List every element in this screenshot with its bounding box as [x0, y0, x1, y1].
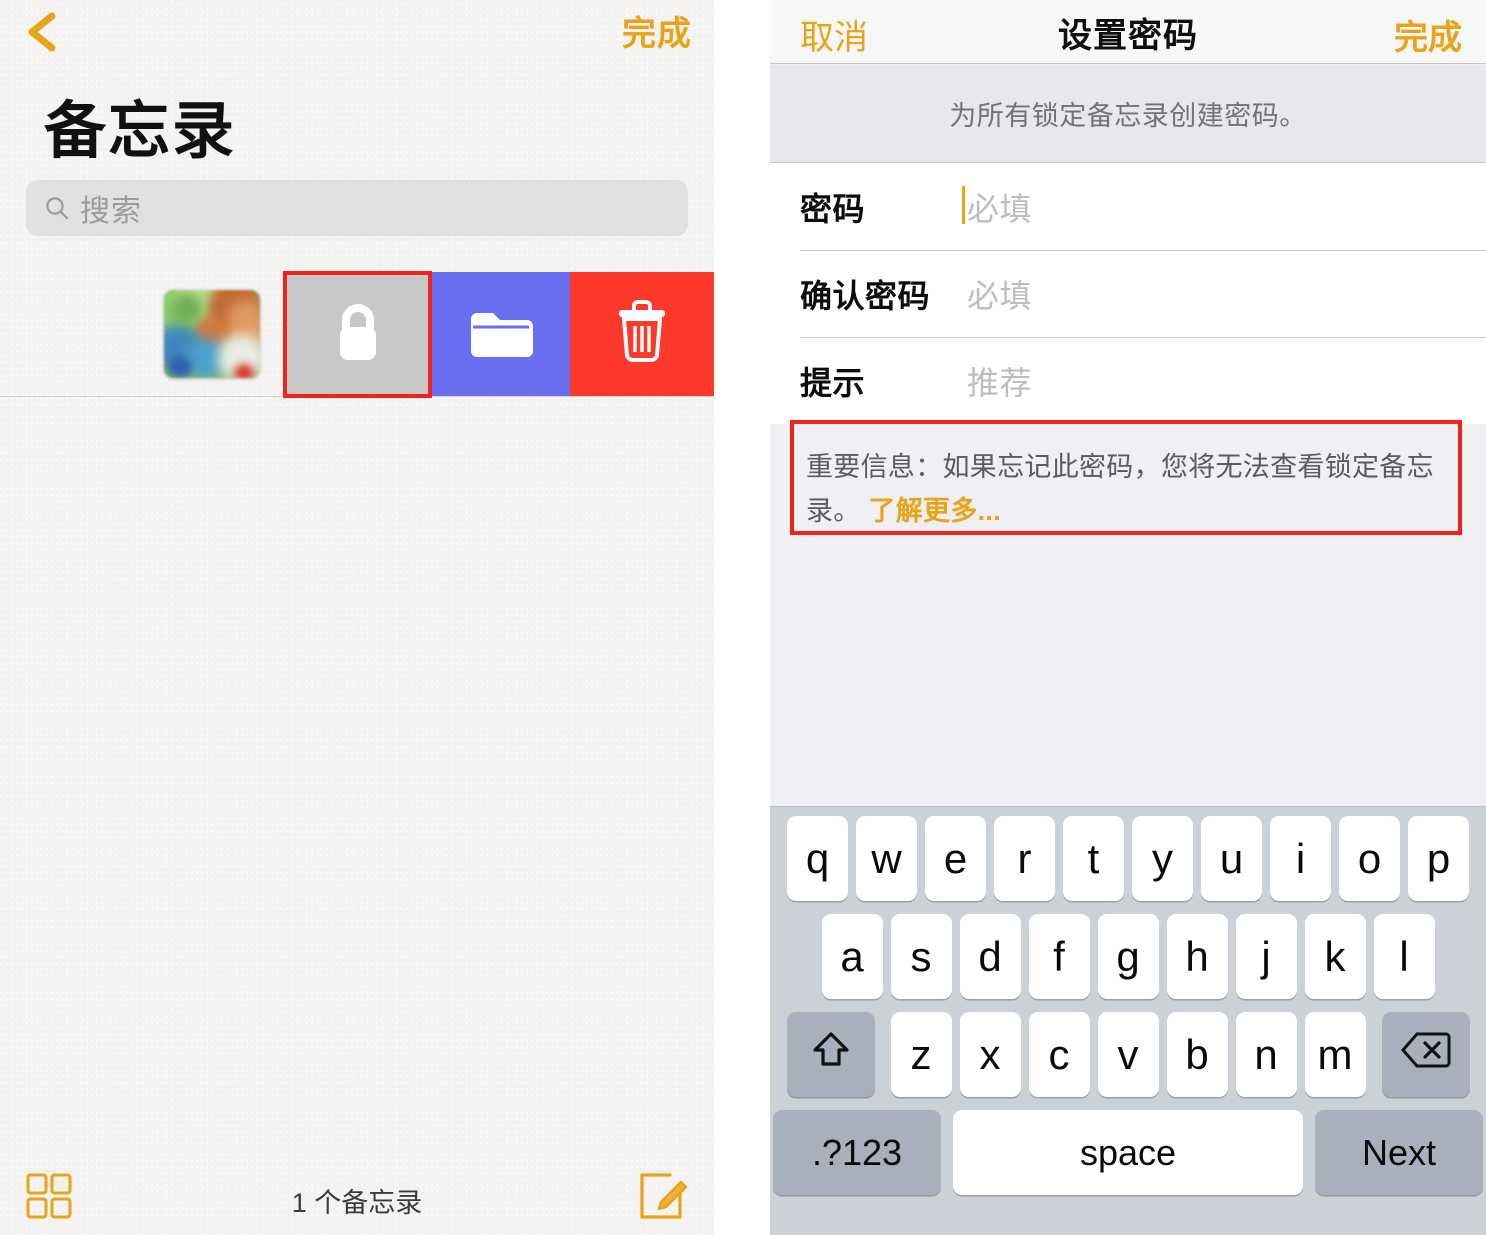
- shift-icon: [811, 1029, 851, 1081]
- key-s[interactable]: s: [890, 914, 952, 999]
- key-t[interactable]: t: [1063, 816, 1124, 901]
- note-thumbnail: [164, 290, 260, 378]
- navigation-bar: 取消 设置密码 完成: [770, 0, 1486, 64]
- lock-note-button[interactable]: [283, 272, 432, 397]
- key-k[interactable]: k: [1304, 914, 1366, 999]
- notes-list-panel: 完成 备忘录 搜索 1 个备忘录: [0, 0, 714, 1235]
- search-input[interactable]: 搜索: [26, 180, 688, 236]
- keyboard-row-4: .?123 space Next: [770, 1110, 1486, 1195]
- hint-input[interactable]: 推荐: [967, 358, 1032, 404]
- hint-field-row[interactable]: 提示 推荐: [770, 337, 1486, 424]
- keyboard-row-3: z x c v b n m: [770, 1012, 1486, 1097]
- keyboard-row-2: a s d f g h j k l: [770, 914, 1486, 999]
- password-form: 密码 必填 确认密码 必填 提示 推荐: [770, 163, 1486, 424]
- key-y[interactable]: y: [1132, 816, 1193, 901]
- password-placeholder: 必填: [967, 190, 1033, 227]
- key-j[interactable]: j: [1235, 914, 1297, 999]
- key-b[interactable]: b: [1166, 1012, 1228, 1097]
- password-input[interactable]: 必填: [962, 184, 1033, 230]
- key-e[interactable]: e: [925, 816, 986, 901]
- text-caret: [962, 185, 965, 224]
- key-l[interactable]: l: [1373, 914, 1435, 999]
- notes-count-label: 1 个备忘录: [291, 1188, 423, 1218]
- list-divider: [0, 396, 714, 397]
- confirm-password-input[interactable]: 必填: [967, 271, 1032, 317]
- key-q[interactable]: q: [787, 816, 848, 901]
- space-key[interactable]: space: [953, 1110, 1303, 1195]
- password-field-row[interactable]: 密码 必填: [770, 163, 1486, 250]
- description-block: 为所有锁定备忘录创建密码。: [770, 65, 1486, 163]
- key-i[interactable]: i: [1270, 816, 1331, 901]
- warning-text-block: 重要信息：如果忘记此密码，您将无法查看锁定备忘录。 了解更多...: [806, 445, 1450, 533]
- swipe-action-group: [283, 272, 714, 397]
- key-u[interactable]: u: [1201, 816, 1262, 901]
- key-g[interactable]: g: [1097, 914, 1159, 999]
- keyboard-row-1: q w e r t y u i o p: [770, 816, 1486, 901]
- key-o[interactable]: o: [1339, 816, 1400, 901]
- screenshot-root: 完成 备忘录 搜索 1 个备忘录 取消 设置密码 完成 为所有锁定备忘录创建密码…: [0, 0, 1486, 1235]
- set-password-panel: 取消 设置密码 完成 为所有锁定备忘录创建密码。 密码 必填 确认密码 必填 提…: [770, 0, 1486, 1235]
- panel-separator: [714, 0, 770, 1235]
- backspace-icon: [1400, 1031, 1451, 1079]
- learn-more-link[interactable]: 了解更多...: [868, 496, 1001, 526]
- shift-key[interactable]: [786, 1012, 875, 1097]
- folder-icon: [469, 305, 533, 364]
- description-text: 为所有锁定备忘录创建密码。: [949, 101, 1307, 131]
- key-m[interactable]: m: [1304, 1012, 1366, 1097]
- next-key[interactable]: Next: [1315, 1110, 1483, 1195]
- key-a[interactable]: a: [821, 914, 883, 999]
- notes-bottom-toolbar: 1 个备忘录: [0, 1157, 714, 1235]
- lock-icon: [330, 299, 386, 370]
- key-h[interactable]: h: [1166, 914, 1228, 999]
- hint-label: 提示: [800, 364, 866, 401]
- done-button-notes[interactable]: 完成: [622, 6, 692, 55]
- password-label: 密码: [800, 190, 866, 227]
- compose-icon[interactable]: [638, 1171, 688, 1221]
- search-placeholder: 搜索: [80, 195, 142, 228]
- delete-note-button[interactable]: [570, 272, 714, 397]
- key-d[interactable]: d: [959, 914, 1021, 999]
- search-icon: [44, 195, 70, 221]
- move-note-button[interactable]: [432, 272, 570, 397]
- key-p[interactable]: p: [1408, 816, 1469, 901]
- backspace-key[interactable]: [1381, 1012, 1470, 1097]
- key-v[interactable]: v: [1097, 1012, 1159, 1097]
- confirm-password-label: 确认密码: [800, 277, 931, 314]
- key-x[interactable]: x: [959, 1012, 1021, 1097]
- key-w[interactable]: w: [856, 816, 917, 901]
- key-f[interactable]: f: [1028, 914, 1090, 999]
- key-z[interactable]: z: [890, 1012, 952, 1097]
- warning-area: 重要信息：如果忘记此密码，您将无法查看锁定备忘录。 了解更多...: [770, 425, 1486, 545]
- key-c[interactable]: c: [1028, 1012, 1090, 1097]
- onscreen-keyboard: q w e r t y u i o p a s d f g h j k l z …: [770, 806, 1486, 1235]
- note-list-item[interactable]: [0, 272, 714, 397]
- done-button-password[interactable]: 完成: [1394, 10, 1462, 59]
- key-n[interactable]: n: [1235, 1012, 1297, 1097]
- key-r[interactable]: r: [994, 816, 1055, 901]
- numbers-key[interactable]: .?123: [773, 1110, 941, 1195]
- page-title: 备忘录: [44, 97, 237, 166]
- confirm-password-field-row[interactable]: 确认密码 必填: [770, 250, 1486, 337]
- navigation-title: 设置密码: [1058, 17, 1198, 55]
- trash-icon: [614, 300, 670, 369]
- back-chevron-icon[interactable]: [20, 8, 64, 56]
